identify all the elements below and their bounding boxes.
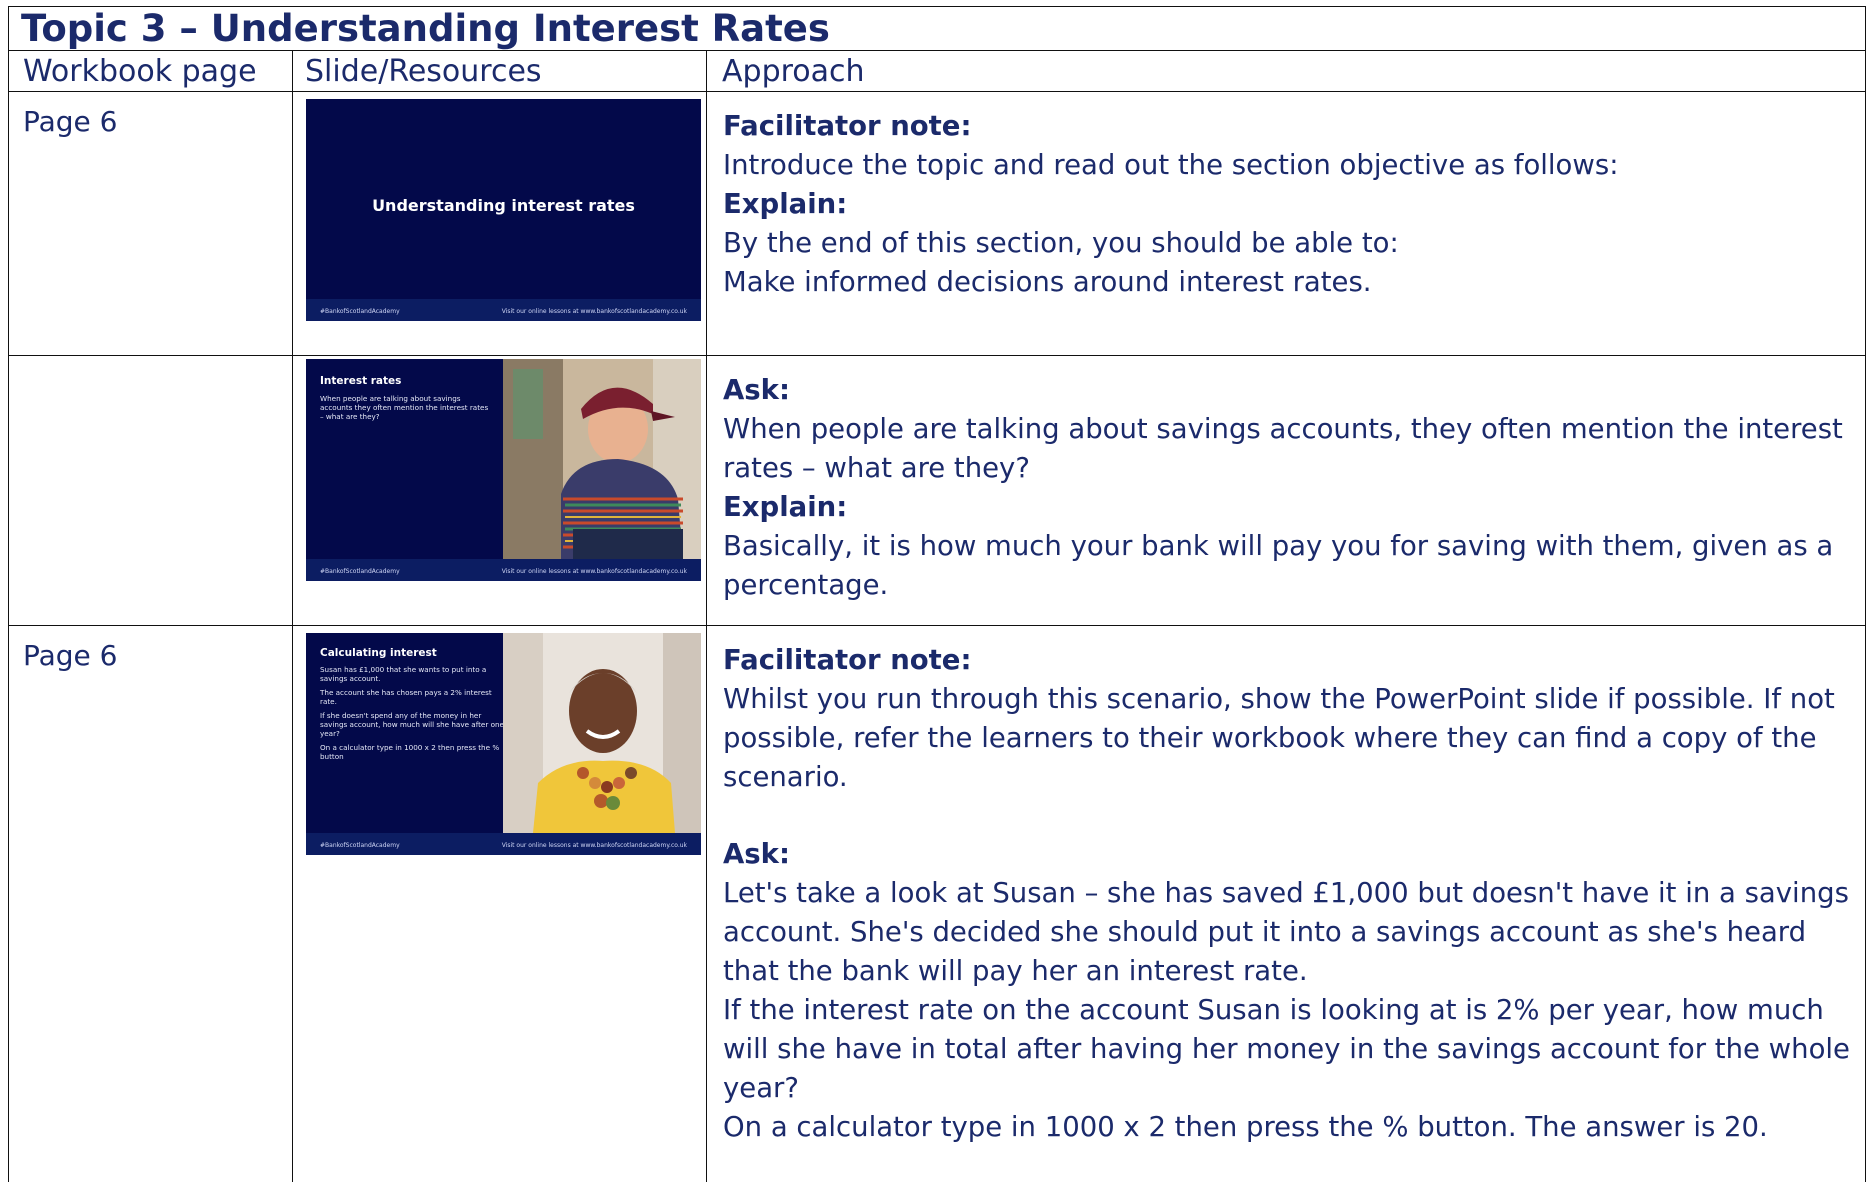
row-2-approach: Ask: When people are talking about savin…	[723, 371, 1853, 605]
lesson-plan-table: Topic 3 – Understanding Interest Rates W…	[8, 6, 1866, 1182]
slide-body-line: Susan has £1,000 that she wants to put i…	[320, 665, 487, 683]
slide-footer-hashtag: #BankofScotlandAcademy	[320, 568, 400, 575]
approach-heading: Ask:	[723, 838, 790, 870]
approach-text: By the end of this section, you should b…	[723, 227, 1399, 259]
approach-heading: Explain:	[723, 491, 848, 523]
page-title: Topic 3 – Understanding Interest Rates	[9, 7, 1866, 51]
young-man-photo-icon	[503, 359, 701, 559]
slide-interest-rates: Interest rates When people are talking a…	[306, 359, 701, 581]
approach-text: When people are talking about savings ac…	[723, 413, 1843, 484]
slide-footer-website: Visit our online lessons at www.bankofsc…	[501, 568, 687, 575]
header-approach: Approach	[722, 54, 865, 89]
row-1-approach: Facilitator note: Introduce the topic an…	[723, 107, 1853, 302]
slide-title: Interest rates	[320, 375, 402, 387]
approach-heading: Explain:	[723, 188, 848, 220]
approach-text: Make informed decisions around interest …	[723, 266, 1372, 298]
approach-text: Basically, it is how much your bank will…	[723, 530, 1834, 601]
smiling-woman-photo-icon	[503, 633, 701, 833]
slide-calculating-interest: Calculating interest Susan has £1,000 th…	[306, 633, 701, 855]
slide-footer-website: Visit our online lessons at www.bankofsc…	[501, 308, 687, 315]
slide-title: Understanding interest rates	[372, 196, 635, 215]
column-divider-1	[292, 51, 293, 1182]
slide-footer-hashtag: #BankofScotlandAcademy	[320, 308, 400, 315]
approach-text: Let's take a look at Susan – she has sav…	[723, 877, 1849, 987]
row-divider-1	[9, 355, 1866, 356]
approach-text: Introduce the topic and read out the sec…	[723, 149, 1619, 181]
header-row-divider	[9, 91, 1866, 92]
approach-text: If the interest rate on the account Susa…	[723, 994, 1850, 1104]
approach-heading: Ask:	[723, 374, 790, 406]
slide-photo-smiling-woman	[503, 633, 701, 833]
row-1-page: Page 6	[23, 105, 118, 138]
approach-heading: Facilitator note:	[723, 644, 972, 676]
slide-footer-hashtag: #BankofScotlandAcademy	[320, 842, 400, 849]
slide-understanding-interest-rates: Understanding interest rates #BankofScot…	[306, 99, 701, 321]
row-divider-2	[9, 625, 1866, 626]
slide-body-line: If she doesn't spend any of the money in…	[320, 711, 504, 738]
approach-text: On a calculator type in 1000 x 2 then pr…	[723, 1111, 1768, 1143]
approach-text: Whilst you run through this scenario, sh…	[723, 683, 1835, 793]
header-slide-resources: Slide/Resources	[305, 54, 542, 89]
approach-heading: Facilitator note:	[723, 110, 972, 142]
row-3-approach: Facilitator note: Whilst you run through…	[723, 641, 1853, 1147]
slide-title: Calculating interest	[320, 647, 437, 659]
slide-body: Susan has £1,000 that she wants to put i…	[320, 665, 510, 761]
slide-photo-young-man	[503, 359, 701, 559]
column-divider-2	[706, 51, 707, 1182]
slide-body-line: On a calculator type in 1000 x 2 then pr…	[320, 743, 500, 761]
header-workbook-page: Workbook page	[23, 54, 257, 89]
slide-body: When people are talking about savings ac…	[320, 394, 489, 421]
row-3-page: Page 6	[23, 639, 118, 672]
slide-footer-website: Visit our online lessons at www.bankofsc…	[501, 842, 687, 849]
slide-body-line: The account she has chosen pays a 2% int…	[320, 688, 492, 706]
